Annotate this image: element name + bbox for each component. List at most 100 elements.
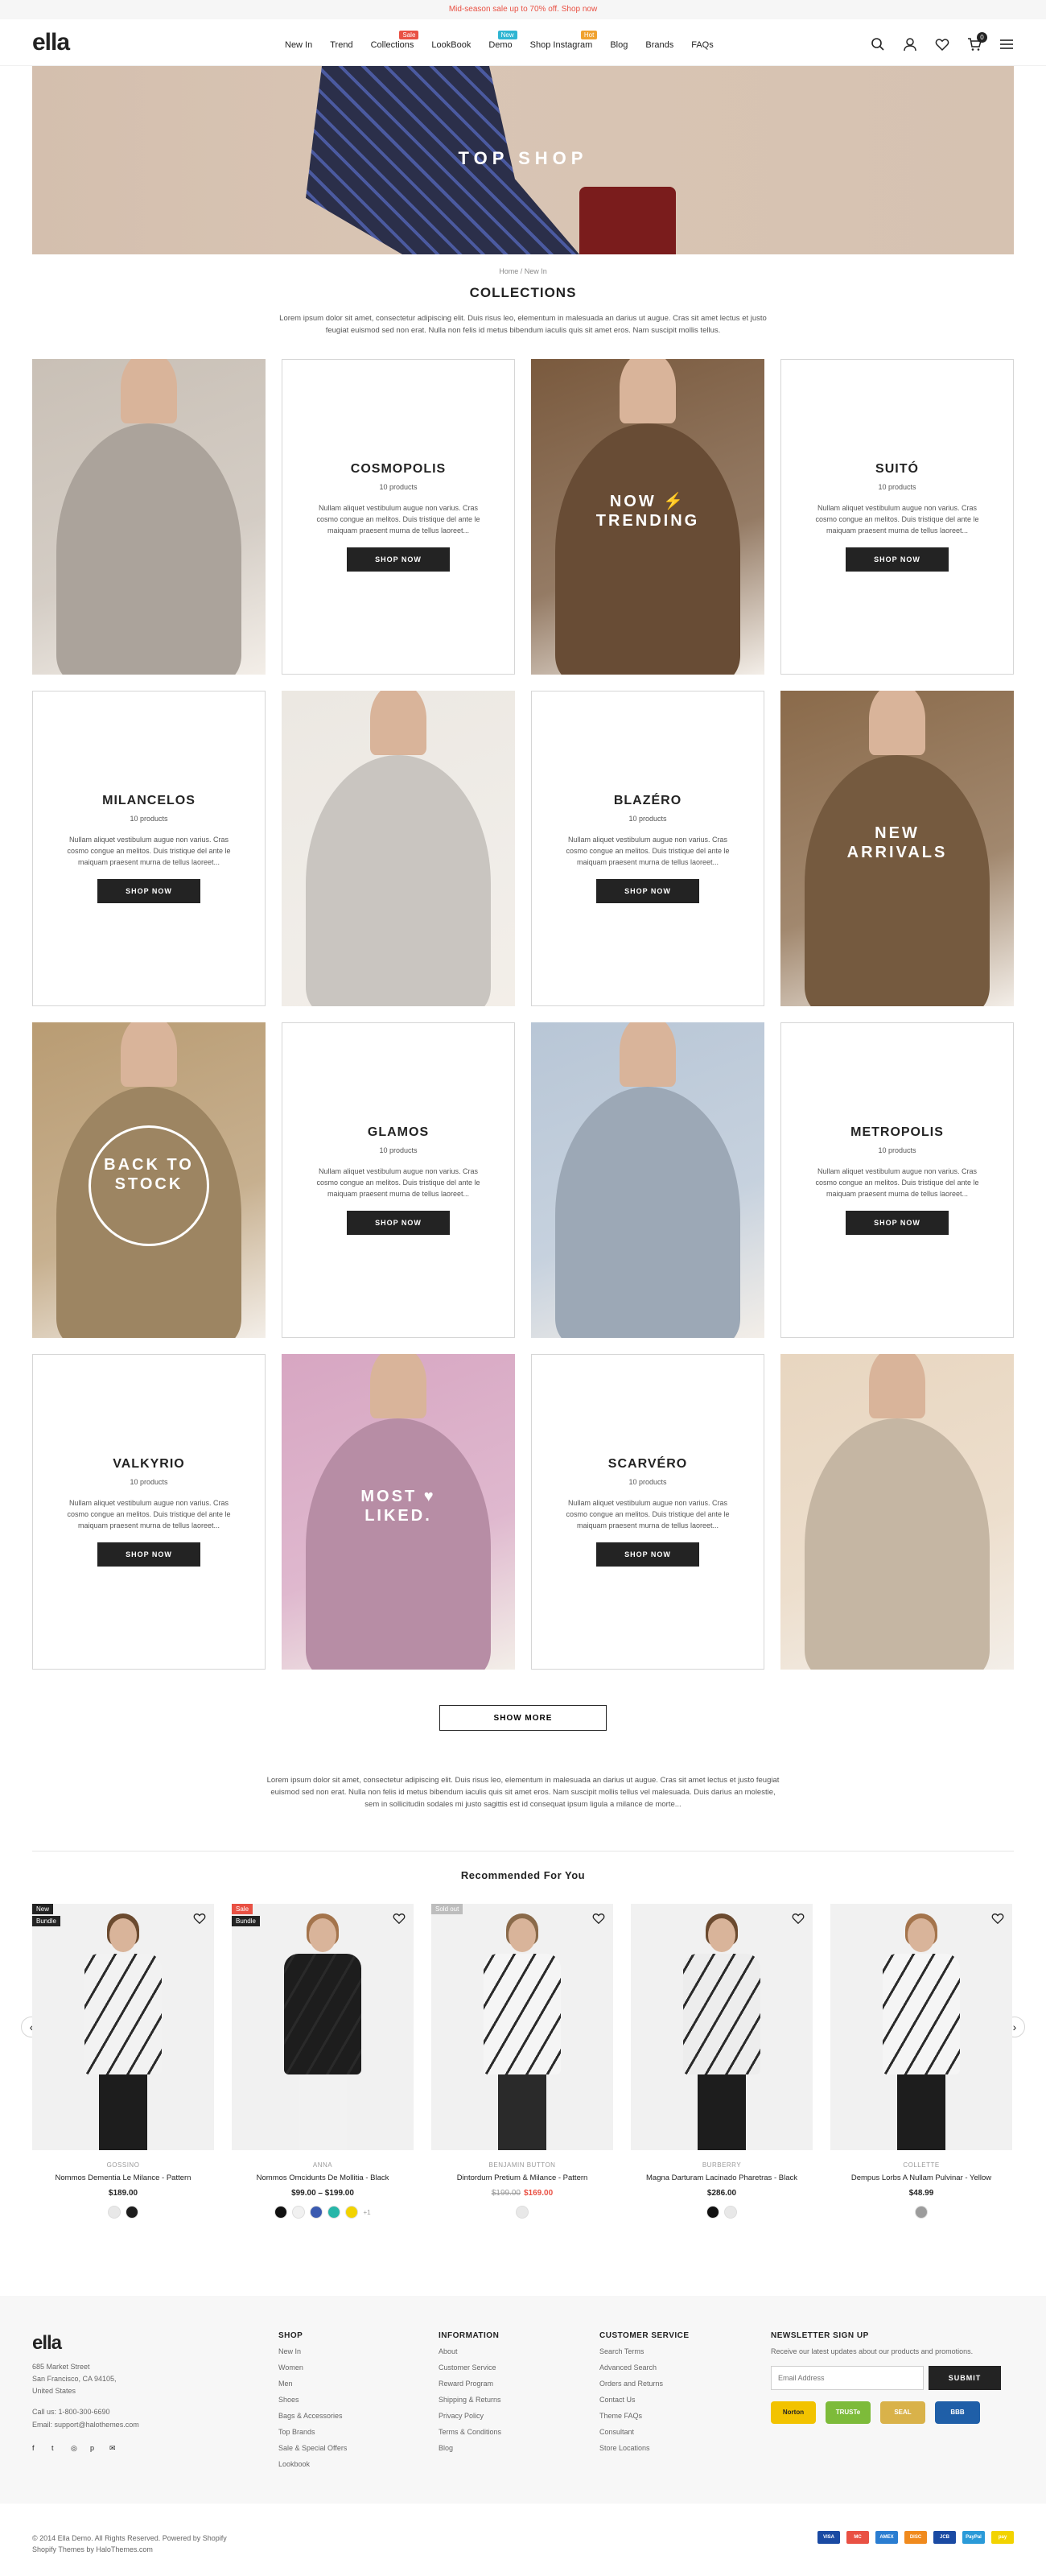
footer-link-about[interactable]: About <box>439 2347 501 2356</box>
shop-now-button[interactable]: SHOP NOW <box>97 1542 200 1567</box>
wishlist-icon[interactable] <box>193 1912 206 1925</box>
wishlist-icon[interactable] <box>792 1912 805 1925</box>
product-image[interactable] <box>631 1904 813 2150</box>
nav-item-blog[interactable]: Blog <box>610 40 628 50</box>
twitter-icon[interactable]: t <box>51 2444 60 2452</box>
footer-link-advanced-search[interactable]: Advanced Search <box>599 2363 690 2372</box>
more-swatches-count[interactable]: +1 <box>363 2209 370 2216</box>
search-icon[interactable] <box>871 37 885 52</box>
collection-title[interactable]: SCARVÉRO <box>608 1457 687 1472</box>
collection-photo[interactable] <box>780 1354 1014 1670</box>
shop-now-button[interactable]: SHOP NOW <box>846 1211 949 1235</box>
newsletter-submit-button[interactable]: SUBMIT <box>929 2366 1001 2390</box>
collection-card[interactable]: GLAMOS 10 products Nullam aliquet vestibul… <box>282 1022 515 1338</box>
collection-card[interactable]: COSMOPOLIS 10 products Nullam aliquet vest… <box>282 359 515 675</box>
product-card[interactable]: Sold out BENJAMIN BUTTON Dintordum Pretium… <box>431 1904 613 2219</box>
announcement-bar[interactable]: Mid-season sale up to 70% off. Shop now <box>0 0 1046 19</box>
color-swatch[interactable] <box>724 2206 737 2219</box>
collection-card[interactable]: MILANCELOS 10 products Nullam aliquet vest… <box>32 691 266 1006</box>
color-swatch[interactable] <box>292 2206 306 2219</box>
product-card[interactable]: Sale Bundle ANNA Nommos Omcidunts De Mollit… <box>232 1904 414 2219</box>
instagram-icon[interactable]: ◎ <box>71 2444 79 2452</box>
footer-link-orders-and-returns[interactable]: Orders and Returns <box>599 2379 690 2388</box>
product-vendor[interactable]: GOSSINO <box>32 2161 214 2169</box>
footer-link-women[interactable]: Women <box>278 2363 347 2372</box>
collection-title[interactable]: GLAMOS <box>368 1125 429 1140</box>
collection-photo[interactable] <box>32 359 266 675</box>
color-swatch[interactable] <box>310 2206 323 2219</box>
nav-item-new-in[interactable]: New In <box>285 40 312 50</box>
breadcrumb-home[interactable]: Home <box>499 267 518 275</box>
product-name[interactable]: Magna Darturam Lacinado Pharetras - Blac… <box>631 2174 813 2182</box>
product-image[interactable]: Sale Bundle <box>232 1904 414 2150</box>
color-swatch[interactable] <box>126 2206 138 2219</box>
product-card[interactable]: COLLETTE Dempus Lorbs A Nullam Pulvinar -… <box>830 1904 1012 2219</box>
collection-photo[interactable]: NOW ⚡ TRENDING <box>531 359 764 675</box>
footer-link-terms-conditions[interactable]: Terms & Conditions <box>439 2427 501 2437</box>
footer-link-search-terms[interactable]: Search Terms <box>599 2347 690 2356</box>
footer-link-shoes[interactable]: Shoes <box>278 2395 347 2405</box>
pinterest-icon[interactable]: p <box>90 2444 98 2452</box>
color-swatch[interactable] <box>327 2206 341 2219</box>
color-swatch[interactable] <box>706 2206 719 2219</box>
collection-card[interactable]: BLAZÉRO 10 products Nullam aliquet vestibu… <box>531 691 764 1006</box>
footer-link-top-brands[interactable]: Top Brands <box>278 2427 347 2437</box>
footer-link-shipping-returns[interactable]: Shipping & Returns <box>439 2395 501 2405</box>
newsletter-email-input[interactable] <box>771 2366 924 2390</box>
collection-title[interactable]: COSMOPOLIS <box>351 462 446 477</box>
product-image[interactable] <box>830 1904 1012 2150</box>
footer-link-store-locations[interactable]: Store Locations <box>599 2443 690 2453</box>
wishlist-icon[interactable] <box>592 1912 605 1925</box>
logo[interactable]: ella <box>32 31 70 55</box>
footer-link-theme-faqs[interactable]: Theme FAQs <box>599 2411 690 2421</box>
footer-link-lookbook[interactable]: Lookbook <box>278 2459 347 2469</box>
footer-link-consultant[interactable]: Consultant <box>599 2427 690 2437</box>
collection-title[interactable]: METROPOLIS <box>850 1125 944 1140</box>
nav-item-shop-instagram[interactable]: Shop Instagram Hot <box>530 31 598 50</box>
shop-now-button[interactable]: SHOP NOW <box>97 879 200 903</box>
shop-now-button[interactable]: SHOP NOW <box>596 1542 699 1567</box>
collection-photo[interactable] <box>531 1022 764 1338</box>
product-image[interactable]: Sold out <box>431 1904 613 2150</box>
nav-item-collections[interactable]: Collections Sale <box>371 31 419 50</box>
footer-link-contact-us[interactable]: Contact Us <box>599 2395 690 2405</box>
announcement-text[interactable]: Mid-season sale up to 70% off. Shop now <box>449 5 597 14</box>
nav-item-trend[interactable]: Trend <box>330 40 352 50</box>
footer-link-privacy-policy[interactable]: Privacy Policy <box>439 2411 501 2421</box>
collection-card[interactable]: METROPOLIS 10 products Nullam aliquet vest… <box>780 1022 1014 1338</box>
color-swatch[interactable] <box>516 2206 529 2219</box>
collection-title[interactable]: MILANCELOS <box>102 794 196 808</box>
product-name[interactable]: Nommos Dementia Le Milance - Pattern <box>32 2174 214 2182</box>
product-vendor[interactable]: BENJAMIN BUTTON <box>431 2161 613 2169</box>
menu-icon[interactable] <box>999 37 1014 52</box>
color-swatch[interactable] <box>345 2206 359 2219</box>
shop-now-button[interactable]: SHOP NOW <box>596 879 699 903</box>
product-vendor[interactable]: COLLETTE <box>830 2161 1012 2169</box>
collection-photo[interactable] <box>282 691 515 1006</box>
product-name[interactable]: Dintordum Pretium & Milance - Pattern <box>431 2174 613 2182</box>
product-vendor[interactable]: ANNA <box>232 2161 414 2169</box>
footer-link-reward-program[interactable]: Reward Program <box>439 2379 501 2388</box>
collection-title[interactable]: VALKYRIO <box>113 1457 184 1472</box>
wishlist-icon[interactable] <box>991 1912 1004 1925</box>
collection-title[interactable]: BLAZÉRO <box>614 794 682 808</box>
footer-logo[interactable]: ella <box>32 2331 139 2355</box>
nav-item-brands[interactable]: Brands <box>645 40 673 50</box>
facebook-icon[interactable]: f <box>32 2444 40 2452</box>
footer-link-customer-service[interactable]: Customer Service <box>439 2363 501 2372</box>
credit-text[interactable]: Shopify Themes by HaloThemes.com <box>32 2544 227 2555</box>
product-image[interactable]: New Bundle <box>32 1904 214 2150</box>
nav-item-faqs[interactable]: FAQs <box>691 40 714 50</box>
product-card[interactable]: BURBERRY Magna Darturam Lacinado Pharetra… <box>631 1904 813 2219</box>
account-icon[interactable] <box>903 37 917 52</box>
footer-link-new-in[interactable]: New In <box>278 2347 347 2356</box>
show-more-button[interactable]: SHOW MORE <box>439 1705 607 1731</box>
collection-card[interactable]: SUITÓ 10 products Nullam aliquet vestibulu… <box>780 359 1014 675</box>
product-vendor[interactable]: BURBERRY <box>631 2161 813 2169</box>
wishlist-icon[interactable] <box>935 37 949 52</box>
product-card[interactable]: New Bundle GOSSINO Nommos Dementia Le Milan… <box>32 1904 214 2219</box>
shop-now-button[interactable]: SHOP NOW <box>846 547 949 572</box>
collection-card[interactable]: VALKYRIO 10 products Nullam aliquet vestib… <box>32 1354 266 1670</box>
collection-photo[interactable]: BACK TO STOCK <box>32 1022 266 1338</box>
snapchat-icon[interactable]: ✉ <box>109 2444 117 2452</box>
